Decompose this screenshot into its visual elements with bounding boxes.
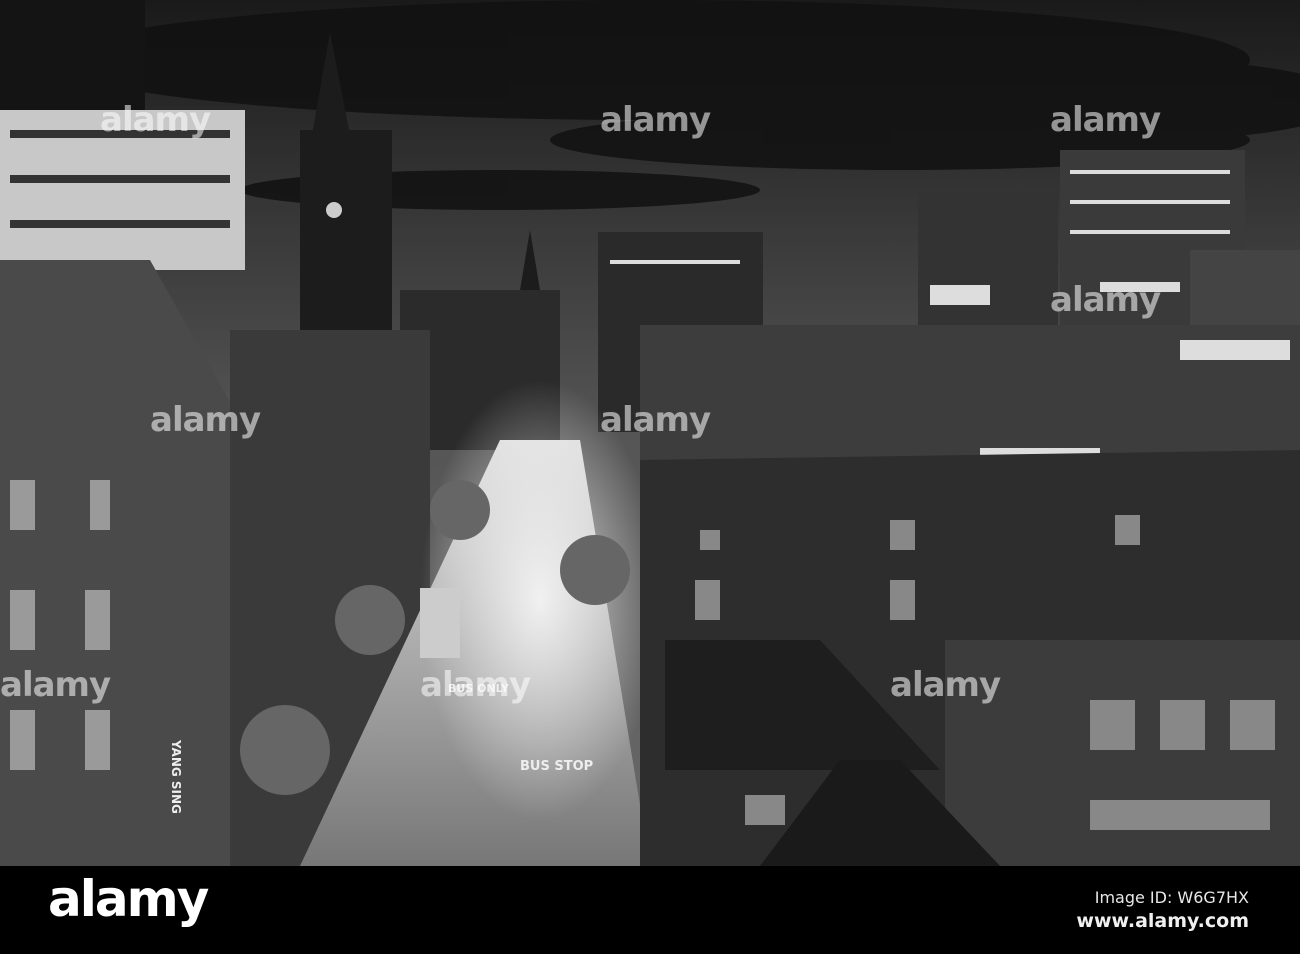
watermark: alamy <box>1050 280 1161 320</box>
image-id: Image ID: W6G7HX <box>1094 888 1249 907</box>
double-decker-bus <box>420 588 460 658</box>
watermark: alamy <box>600 400 711 440</box>
watermark: alamy <box>150 400 261 440</box>
alamy-logo: alamy <box>48 870 209 928</box>
watermark: alamy <box>890 665 1001 705</box>
watermark: alamy <box>1050 100 1161 140</box>
watermark: alamy <box>0 665 111 705</box>
watermark: alamy <box>600 100 711 140</box>
watermark: alamy <box>420 665 531 705</box>
watermark: alamy <box>100 100 211 140</box>
street-marking-bus-stop: BUS STOP <box>520 759 593 774</box>
shop-sign-yang-sing: YANG SING <box>169 739 183 814</box>
website-link[interactable]: www.alamy.com <box>1076 910 1249 932</box>
